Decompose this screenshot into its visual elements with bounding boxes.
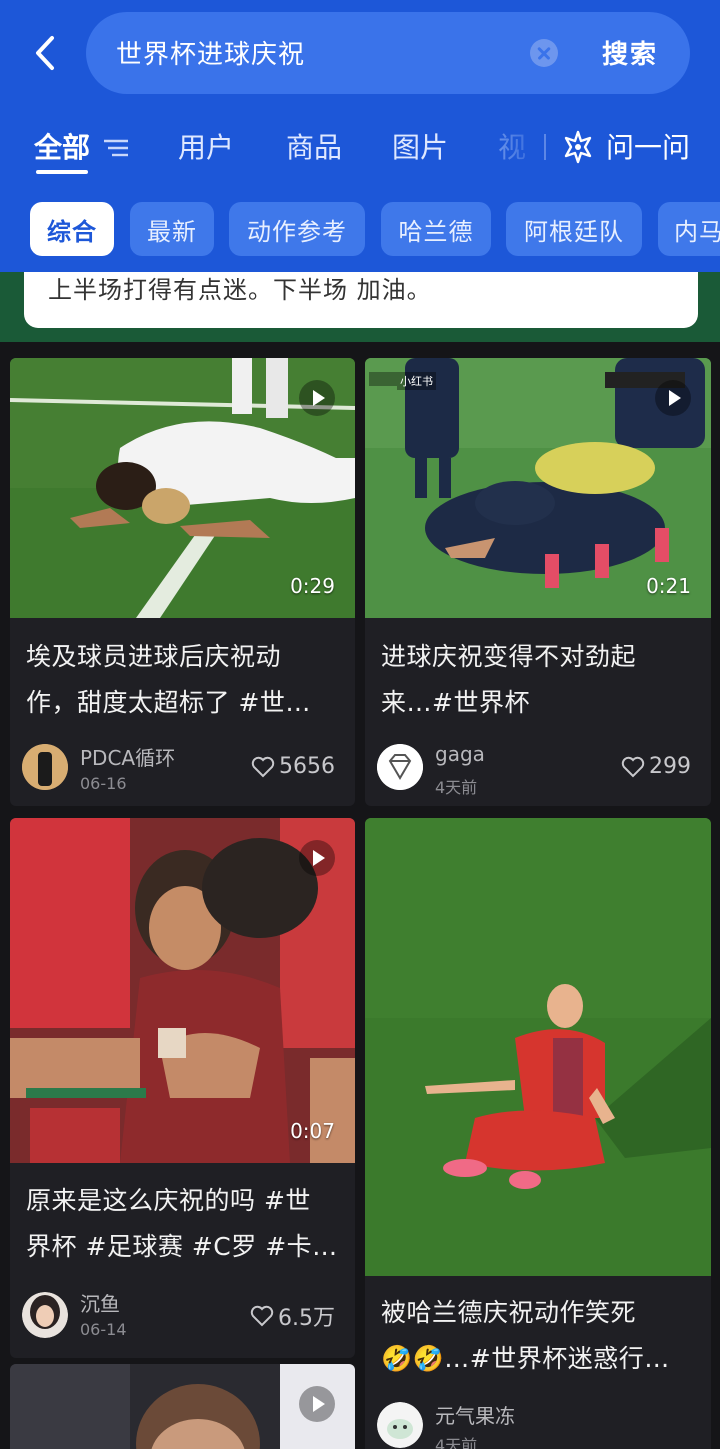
video-card[interactable]	[10, 1364, 355, 1449]
search-button[interactable]: 搜索	[602, 34, 658, 71]
video-thumbnail[interactable]: 小红书 0:21	[365, 358, 711, 618]
author-name[interactable]: PDCA循环	[80, 742, 175, 771]
card-title[interactable]: 进球庆祝变得不对劲起 来…#世界杯	[381, 634, 695, 726]
video-duration: 0:29	[290, 574, 335, 598]
card-title-line: 作，甜度太超标了 #世…	[26, 688, 311, 717]
like-count: 6.5万	[278, 1306, 335, 1331]
search-box[interactable]: 世界杯进球庆祝 搜索	[86, 12, 690, 94]
card-title-line: 进球庆祝变得不对劲起	[381, 642, 637, 671]
tab-images[interactable]: 图片	[392, 126, 448, 166]
tab-divider	[544, 134, 546, 160]
like-button[interactable]: 299	[621, 754, 691, 779]
image-thumbnail[interactable]	[365, 818, 711, 1276]
ask-sparkle-icon[interactable]	[562, 130, 594, 164]
watermark-tag: 小红书	[397, 372, 436, 390]
card-title-line: 来…#世界杯	[381, 688, 530, 717]
video-duration: 0:21	[646, 574, 691, 598]
clear-search-icon[interactable]	[530, 39, 558, 67]
card-title-line: 被哈兰德庆祝动作笑死	[381, 1298, 637, 1327]
card-title[interactable]: 被哈兰德庆祝动作笑死 🤣🤣…#世界杯迷惑行…	[381, 1290, 695, 1382]
play-icon	[299, 380, 335, 416]
tab-goods[interactable]: 商品	[286, 126, 342, 166]
author-name[interactable]: 沉鱼	[80, 1288, 120, 1317]
tab-fade	[470, 118, 550, 178]
chip-latest[interactable]: 最新	[130, 202, 214, 256]
like-count: 5656	[279, 754, 335, 779]
chip-comprehensive[interactable]: 综合	[30, 202, 114, 256]
card-title[interactable]: 原来是这么庆祝的吗 #世 界杯 #足球赛 #C罗 #卡…	[26, 1178, 339, 1270]
avatar[interactable]	[377, 1402, 423, 1448]
search-header: 世界杯进球庆祝 搜索 全部 用户 商品 图片 视 问一问 综合 最新 动作参考 …	[0, 0, 720, 272]
chip-action-reference[interactable]: 动作参考	[229, 202, 365, 256]
search-input[interactable]: 世界杯进球庆祝	[116, 34, 305, 71]
ask-button[interactable]: 问一问	[606, 126, 690, 166]
post-date: 06-16	[80, 774, 127, 793]
author-name[interactable]: 元气果冻	[435, 1400, 515, 1429]
avatar[interactable]	[22, 1292, 68, 1338]
like-button[interactable]: 5656	[251, 754, 335, 779]
video-thumbnail[interactable]: 0:29	[10, 358, 355, 618]
play-icon	[299, 840, 335, 876]
video-card[interactable]: 0:07 原来是这么庆祝的吗 #世 界杯 #足球赛 #C罗 #卡… 沉鱼 06-…	[10, 818, 355, 1358]
filter-chips: 综合 最新 动作参考 哈兰德 阿根廷队 内马	[0, 202, 720, 258]
heart-icon	[251, 756, 275, 777]
filter-icon[interactable]	[104, 138, 128, 158]
category-tabs: 全部 用户 商品 图片 视 问一问	[0, 118, 720, 178]
play-icon	[299, 1386, 335, 1422]
video-thumbnail[interactable]	[10, 1364, 355, 1449]
play-icon	[655, 380, 691, 416]
comment-text: 上半场打得有点迷。下半场 加油。	[48, 276, 432, 304]
card-title[interactable]: 埃及球员进球后庆祝动 作，甜度太超标了 #世…	[26, 634, 339, 726]
tab-users[interactable]: 用户	[178, 126, 234, 166]
avatar[interactable]	[22, 744, 68, 790]
chip-argentina[interactable]: 阿根廷队	[506, 202, 642, 256]
avatar[interactable]	[377, 744, 423, 790]
image-card[interactable]: 被哈兰德庆祝动作笑死 🤣🤣…#世界杯迷惑行… 元气果冻 4天前	[365, 818, 711, 1449]
chip-neymar[interactable]: 内马	[658, 202, 720, 256]
video-card[interactable]: 小红书 0:21 进球庆祝变得不对劲起 来…#世界杯 gaga 4天前 299	[365, 358, 711, 806]
card-title-line: 界杯 #足球赛 #C罗 #卡…	[26, 1232, 338, 1261]
like-count: 299	[649, 754, 691, 779]
video-card[interactable]: 0:29 埃及球员进球后庆祝动 作，甜度太超标了 #世… PDCA循环 06-1…	[10, 358, 355, 806]
card-title-line: 原来是这么庆祝的吗 #世	[26, 1186, 311, 1215]
card-title-line: 埃及球员进球后庆祝动	[26, 642, 282, 671]
heart-icon	[250, 1305, 274, 1327]
like-button[interactable]: 6.5万	[250, 1300, 335, 1332]
video-duration: 0:07	[290, 1119, 335, 1143]
card-title-line: 🤣🤣…#世界杯迷惑行…	[381, 1344, 670, 1373]
video-thumbnail[interactable]: 0:07	[10, 818, 355, 1163]
active-tab-indicator	[36, 170, 88, 174]
tab-all[interactable]: 全部	[34, 126, 90, 166]
post-date: 06-14	[80, 1320, 127, 1339]
back-arrow-icon[interactable]	[30, 34, 60, 72]
post-date: 4天前	[435, 778, 478, 797]
chip-haaland[interactable]: 哈兰德	[381, 202, 491, 256]
heart-icon	[621, 756, 645, 777]
author-name[interactable]: gaga	[435, 742, 485, 766]
post-date: 4天前	[435, 1436, 478, 1449]
